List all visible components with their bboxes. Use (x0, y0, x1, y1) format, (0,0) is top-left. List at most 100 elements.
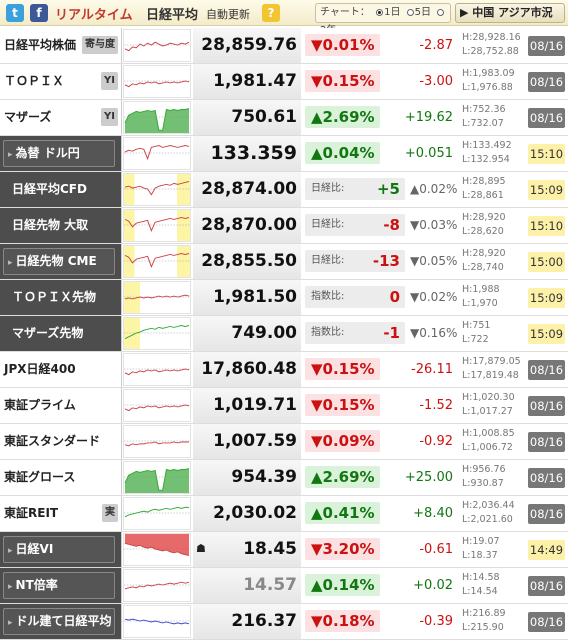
sparkline-chart[interactable] (123, 281, 191, 314)
sparkline-chart[interactable] (123, 605, 191, 638)
sparkline-line (124, 41, 190, 52)
row-label-usdjpy[interactable]: ▸ 為替 ドル円 (0, 136, 122, 171)
row-label-cme[interactable]: ▸ 日経先物 CME (0, 244, 122, 279)
asia-market-button[interactable]: ▶ 中国 アジア市況 (455, 3, 565, 23)
row-label-cfd[interactable]: 日経平均CFD (0, 172, 122, 207)
change-value: +0.02 (413, 578, 453, 593)
sparkline-chart[interactable] (123, 569, 191, 602)
row-label-text: マザーズ (4, 110, 52, 124)
sparkline-chart[interactable] (123, 317, 191, 350)
diff-percent: ▼0.16% (410, 326, 458, 340)
sparkline-chart[interactable] (123, 353, 191, 386)
quote-row-nt[interactable]: ▸ NT倍率 14.57 ▲0.14% +0.02 H:14.58 L:14.54 08/1… (0, 568, 568, 604)
low-value: L:930.87 (462, 478, 504, 489)
quote-row-jpx400[interactable]: JPX日経400 17,860.48 ▼0.15% -26.11 H:17,879.0… (0, 352, 568, 388)
quote-row-cme[interactable]: ▸ 日経先物 CME 28,855.50 日経比: -13 ▼0.05% H:28,9… (0, 244, 568, 280)
row-label-topix[interactable]: ＴＯＰＩＸ YI (0, 64, 122, 99)
row-label-jpx400[interactable]: JPX日経400 (0, 352, 122, 387)
sparkline-chart[interactable] (123, 461, 191, 494)
row-label-mothers[interactable]: マザーズ YI (0, 100, 122, 135)
quote-row-vi[interactable]: ▸ 日経VI 18.45 ☗ ▼3.20% -0.61 H:19.07 L:18.37 14:… (0, 532, 568, 568)
quote-row-osaka[interactable]: 日経先物 大取 28,870.00 日経比: -8 ▼0.03% H:28,920 L… (0, 208, 568, 244)
row-tag-button[interactable]: 寄与度 (82, 36, 118, 54)
change-percent: ▼0.15% (305, 394, 380, 416)
sparkline-line (124, 404, 190, 412)
row-tag-button[interactable]: YI (101, 108, 118, 126)
sparkline-chart[interactable] (123, 425, 191, 458)
expand-triangle-icon: ▸ (8, 258, 13, 268)
sparkline-chart[interactable] (123, 497, 191, 530)
row-label-vi[interactable]: ▸ 日経VI (0, 532, 122, 567)
row-label-dollarnikkei[interactable]: ▸ ドル建て日経平均 (0, 604, 122, 639)
quote-row-mothers[interactable]: マザーズ YI 750.61 ▲2.69% +19.62 H:752.36 L:732.0… (0, 100, 568, 136)
high-low: H:14.58 L:14.54 (462, 571, 522, 599)
diff-percent: ▼0.05% (410, 254, 458, 268)
row-label-text: ＴＯＰＩＸ先物 (12, 290, 97, 304)
high-value: H:28,920 (462, 212, 506, 223)
quote-row-usdjpy[interactable]: ▸ 為替 ドル円 133.359 ▲0.04% +0.051 H:133.492 L:13… (0, 136, 568, 172)
row-label-topixf[interactable]: ＴＯＰＩＸ先物 (0, 280, 122, 315)
radio-1day[interactable] (376, 9, 384, 16)
change-value: -1.52 (419, 398, 453, 413)
high-low: H:1,020.30 L:1,017.27 (462, 391, 522, 419)
change-value: +19.62 (404, 110, 453, 125)
radio-2year[interactable] (437, 9, 445, 16)
diff-label: 日経比: (311, 219, 345, 230)
high-value: H:1,988 (462, 284, 500, 295)
high-low: H:1,988 L:1,970 (462, 283, 522, 311)
sparkline-chart[interactable] (123, 137, 191, 170)
row-label-text: 為替 ドル円 (15, 146, 80, 160)
sparkline-line (124, 253, 190, 268)
change-value: +0.051 (404, 146, 453, 161)
quote-row-prime[interactable]: 東証プライム 1,019.71 ▼0.15% -1.52 H:1,020.30 L:1,… (0, 388, 568, 424)
quote-row-reit[interactable]: 東証REIT 実 2,030.02 ▲0.41% +8.40 H:2,036.44 L:2… (0, 496, 568, 532)
price-value: 954.39 (231, 467, 297, 487)
facebook-icon[interactable]: f (30, 4, 48, 22)
row-label-osaka[interactable]: 日経先物 大取 (0, 208, 122, 243)
update-time: 08/16 (528, 360, 565, 380)
high-low: H:2,036.44 L:2,021.60 (462, 499, 522, 527)
row-tag-button[interactable]: 実 (102, 504, 118, 522)
row-tag-button[interactable]: YI (101, 72, 118, 90)
high-value: H:28,920 (462, 248, 506, 259)
quote-row-nikkei[interactable]: 日経平均株価 寄与度 28,859.76 ▼0.01% -2.87 H:28,928.1… (0, 28, 568, 64)
quote-row-dollarnikkei[interactable]: ▸ ドル建て日経平均 216.37 ▼0.18% -0.39 H:216.89 L:215… (0, 604, 568, 640)
quote-row-topix[interactable]: ＴＯＰＩＸ YI 1,981.47 ▼0.15% -3.00 H:1,983.09 L:1… (0, 64, 568, 100)
sparkline-chart[interactable] (123, 389, 191, 422)
quote-row-mothersf[interactable]: マザーズ先物 749.00 指数比: -1 ▼0.16% H:751 L:722 15:… (0, 316, 568, 352)
quote-row-growth[interactable]: 東証グロース 954.39 ▲2.69% +25.00 H:956.76 L:930.8… (0, 460, 568, 496)
row-label-prime[interactable]: 東証プライム (0, 388, 122, 423)
sparkline-line (124, 80, 190, 88)
help-icon[interactable]: ? (262, 4, 280, 22)
chart-period-selector: チャート： 1日 5日 2年 (315, 3, 451, 36)
quote-row-topixf[interactable]: ＴＯＰＩＸ先物 1,981.50 指数比: 0 ▼0.02% H:1,988 L:1,… (0, 280, 568, 316)
high-value: H:133.492 (462, 140, 512, 151)
quote-row-cfd[interactable]: 日経平均CFD 28,874.00 日経比: +5 ▲0.02% H:28,895 L… (0, 172, 568, 208)
change-value: +25.00 (404, 470, 453, 485)
low-value: L:1,017.27 (462, 406, 513, 417)
sparkline-chart[interactable] (123, 29, 191, 62)
row-label-growth[interactable]: 東証グロース (0, 460, 122, 495)
sparkline-chart[interactable] (123, 209, 191, 242)
row-label-reit[interactable]: 東証REIT 実 (0, 496, 122, 531)
sparkline-chart[interactable] (123, 101, 191, 134)
diff-percent: ▲0.02% (410, 182, 458, 196)
high-low: H:17,879.05 L:17,819.48 (462, 355, 522, 383)
price-value: 14.57 (243, 575, 297, 595)
twitter-icon[interactable]: t (6, 4, 24, 22)
row-label-standard[interactable]: 東証スタンダード (0, 424, 122, 459)
sparkline-chart[interactable] (123, 173, 191, 206)
row-label-nt[interactable]: ▸ NT倍率 (0, 568, 122, 603)
low-value: L:28,752.88 (462, 46, 519, 57)
sparkline-chart[interactable] (123, 65, 191, 98)
expand-triangle-icon: ▸ (8, 582, 13, 592)
price-value: 749.00 (231, 323, 297, 343)
quote-row-standard[interactable]: 東証スタンダード 1,007.59 ▼0.09% -0.92 H:1,008.85 L:… (0, 424, 568, 460)
sparkline-chart[interactable] (123, 533, 191, 566)
diff-value: -13 (372, 252, 400, 270)
diff-value: -8 (383, 216, 400, 234)
radio-5day[interactable] (406, 9, 414, 16)
sparkline-chart[interactable] (123, 245, 191, 278)
row-label-mothersf[interactable]: マザーズ先物 (0, 316, 122, 351)
row-label-nikkei[interactable]: 日経平均株価 寄与度 (0, 28, 122, 63)
